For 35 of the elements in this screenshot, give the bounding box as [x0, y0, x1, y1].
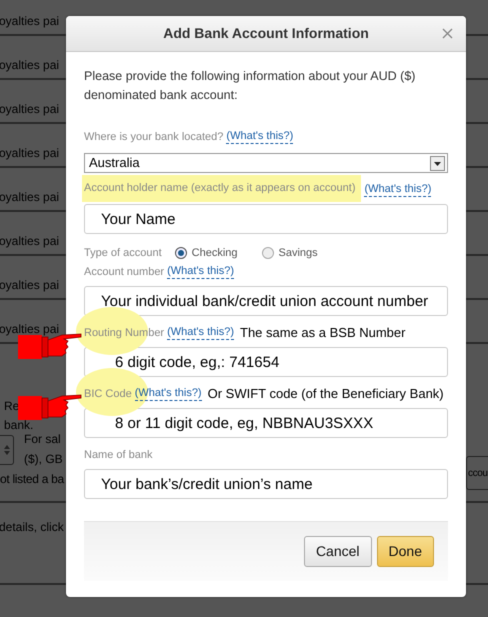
up-down-icon — [4, 445, 10, 455]
text-input[interactable]: Your Name — [84, 204, 448, 234]
option-label: Savings — [278, 246, 318, 261]
notice-text: bank. — [4, 417, 34, 434]
text-input[interactable]: Your individual bank/credit union account number — [84, 286, 448, 316]
field-label: Account number — [84, 264, 164, 280]
field-label: BIC Code — [84, 386, 132, 402]
sales-text: ($), GB — [24, 451, 63, 468]
option-label: Checking — [192, 246, 238, 261]
help-link[interactable]: (What's this?) — [134, 387, 202, 401]
radio-button[interactable] — [174, 247, 187, 259]
field-label: Name of bank — [84, 448, 152, 463]
notice-text: ot listed a ba — [0, 471, 64, 488]
highlighted-label: Account holder name (exactly as it appears on account) — [82, 175, 362, 202]
help-link[interactable]: (What's this?) — [226, 130, 294, 144]
help-link[interactable]: (What's this?) — [364, 183, 432, 197]
text-input[interactable]: 8 or 11 digit code, eg, NBBNAU3SXXX — [84, 408, 448, 438]
annotation-text: Or SWIFT code (of the Beneficiary Bank) — [208, 385, 444, 404]
close-icon[interactable] — [442, 28, 453, 39]
help-link[interactable]: (What's this?) — [167, 326, 234, 340]
cancel-button[interactable]: Cancel — [304, 536, 372, 567]
country-select[interactable]: Australia — [84, 153, 448, 173]
notice-text: Re — [4, 398, 20, 415]
dialog-title: Add Bank Account Information — [163, 24, 369, 43]
text-input[interactable]: Your bank’s/credit union’s name — [84, 469, 448, 499]
done-button[interactable]: Done — [376, 536, 434, 567]
intro-text: Please provide the following information about your AUD ($) denominated bank account: — [84, 68, 416, 104]
text-input[interactable]: 6 digit code, eg,: 741654 — [84, 347, 448, 377]
field-label: Where is your bank located? — [84, 130, 224, 145]
help-link[interactable]: (What's this?) — [167, 265, 234, 279]
sales-text: For sal — [24, 431, 61, 448]
stepper-control[interactable] — [0, 435, 14, 465]
radio-button[interactable] — [262, 247, 274, 259]
annotation-text: The same as a BSB Number — [240, 324, 406, 342]
field-label: Type of account — [84, 246, 162, 261]
